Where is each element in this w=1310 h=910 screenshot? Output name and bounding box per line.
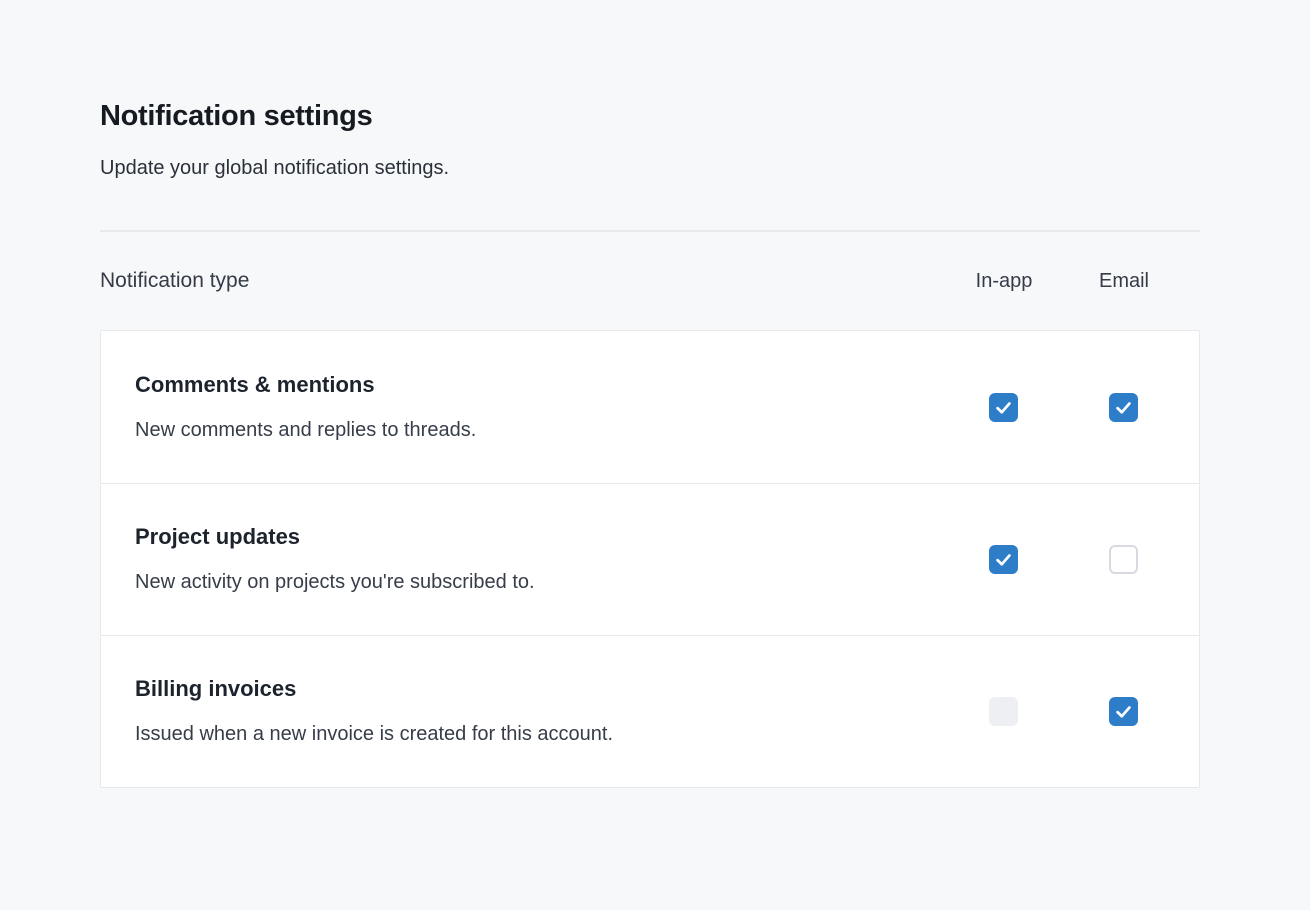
checkbox-projects-email[interactable]	[1109, 545, 1138, 574]
row-description: New activity on projects you're subscrib…	[135, 569, 943, 596]
in-app-cell	[943, 545, 1063, 574]
row-title: Project updates	[135, 523, 943, 551]
in-app-cell	[943, 697, 1063, 726]
email-cell	[1063, 393, 1183, 422]
check-icon	[1114, 398, 1133, 417]
row-description: Issued when a new invoice is created for…	[135, 721, 943, 748]
notification-settings-page: Notification settings Update your global…	[100, 0, 1200, 788]
check-icon	[1114, 702, 1133, 721]
email-cell	[1063, 545, 1183, 574]
column-header-notification-type: Notification type	[100, 268, 944, 294]
notification-settings-card: Comments & mentions New comments and rep…	[100, 330, 1200, 788]
column-header-in-app: In-app	[944, 268, 1064, 294]
email-cell	[1063, 697, 1183, 726]
row-title: Billing invoices	[135, 675, 943, 703]
check-icon	[994, 550, 1013, 569]
page-title: Notification settings	[100, 98, 1200, 134]
row-text: Project updates New activity on projects…	[101, 523, 943, 596]
page-subtitle: Update your global notification settings…	[100, 154, 1200, 182]
row-description: New comments and replies to threads.	[135, 417, 943, 444]
row-billing-invoices: Billing invoices Issued when a new invoi…	[101, 635, 1199, 787]
section-divider	[100, 230, 1200, 232]
column-header-email: Email	[1064, 268, 1184, 294]
row-project-updates: Project updates New activity on projects…	[101, 483, 1199, 635]
row-title: Comments & mentions	[135, 371, 943, 399]
checkbox-comments-email[interactable]	[1109, 393, 1138, 422]
checkbox-projects-in-app[interactable]	[989, 545, 1018, 574]
in-app-cell	[943, 393, 1063, 422]
table-header: Notification type In-app Email	[100, 268, 1200, 294]
checkbox-billing-email[interactable]	[1109, 697, 1138, 726]
checkbox-billing-in-app	[989, 697, 1018, 726]
row-text: Billing invoices Issued when a new invoi…	[101, 675, 943, 748]
row-comments-mentions: Comments & mentions New comments and rep…	[101, 331, 1199, 483]
row-text: Comments & mentions New comments and rep…	[101, 371, 943, 444]
check-icon	[994, 398, 1013, 417]
checkbox-comments-in-app[interactable]	[989, 393, 1018, 422]
